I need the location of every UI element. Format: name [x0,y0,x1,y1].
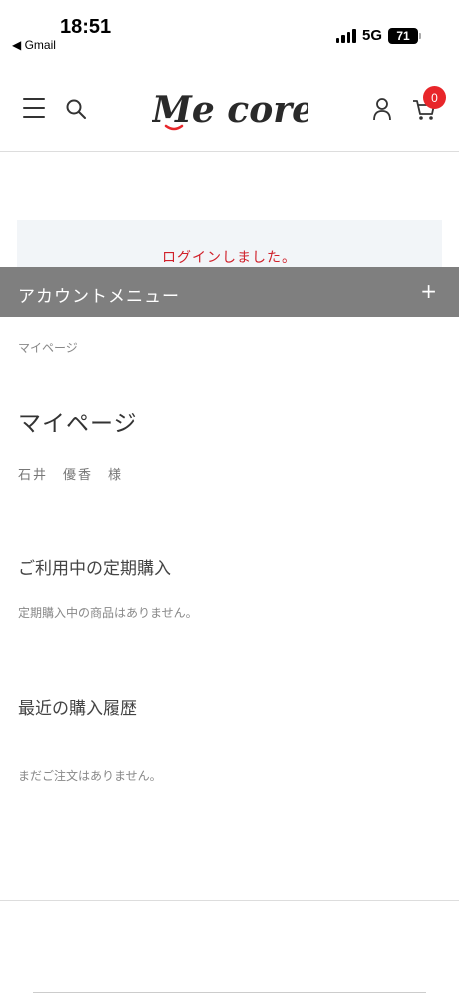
account-menu-toggle[interactable]: アカウントメニュー + [0,267,459,317]
footer-divider [0,900,459,901]
network-type: 5G [361,27,382,44]
login-notice-text: ログインしました。 [162,250,297,266]
account-menu-title: アカウントメニュー [18,287,180,307]
battery-level: 71 [388,27,418,44]
signal-icon [335,28,356,43]
bottom-divider [33,992,426,993]
site-header: Me core 0 [0,64,459,152]
plus-icon[interactable]: + [420,279,437,303]
page-title: マイページ [18,411,138,437]
order-history-heading: 最近の購入履歴 [18,699,137,719]
back-to-app-link[interactable]: ◀ Gmail [12,38,56,52]
search-icon[interactable] [65,98,87,120]
subscriptions-heading: ご利用中の定期購入 [18,559,171,579]
breadcrumb: マイページ [18,341,78,355]
subscriptions-empty-text: 定期購入中の商品はありません。 [18,606,198,620]
site-logo[interactable]: Me core [152,86,308,136]
cart-count-badge[interactable]: 0 [423,86,446,109]
logo-text: Me core [152,89,308,131]
user-name: 石井 優香 様 [18,468,124,483]
status-indicators: 5G 71 [335,27,421,44]
status-bar: 18:51 ◀ Gmail 5G 71 [0,0,459,60]
user-account-icon[interactable] [372,97,392,121]
order-history-empty-text: まだご注文はありません。 [18,769,162,783]
login-notice: ログインしました。 [17,220,442,270]
menu-icon[interactable] [23,98,45,118]
status-time: 18:51 [60,16,112,38]
battery-icon: 71 [388,27,421,44]
